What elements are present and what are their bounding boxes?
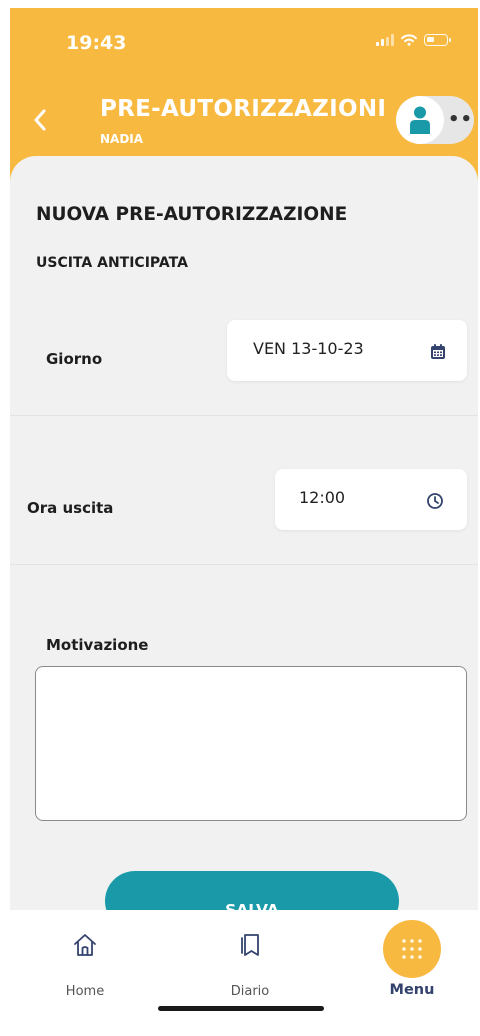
- page-subtitle: NADIA: [100, 132, 144, 146]
- form-title: NUOVA PRE-AUTORIZZAZIONE: [36, 204, 348, 225]
- nav-item-menu[interactable]: Menu: [362, 910, 462, 1020]
- more-icon[interactable]: ••: [448, 111, 473, 129]
- day-value: VEN 13-10-23: [253, 339, 364, 358]
- back-button[interactable]: [24, 102, 56, 138]
- home-icon: [74, 934, 96, 956]
- time-picker[interactable]: 12:00: [275, 469, 467, 530]
- clock-icon: [427, 493, 443, 509]
- nav-label-home: Home: [65, 984, 105, 999]
- exit-time-label: Ora uscita: [27, 499, 114, 517]
- battery-icon: [424, 34, 451, 46]
- user-icon: [410, 106, 430, 134]
- form-subtitle: USCITA ANTICIPATA: [36, 255, 188, 271]
- divider: [10, 415, 478, 416]
- grid-icon: [402, 939, 422, 959]
- nav-label-menu: Menu: [389, 982, 435, 998]
- status-icons: [376, 34, 451, 46]
- nav-label-diario: Diario: [230, 984, 270, 999]
- home-indicator: [158, 1006, 324, 1011]
- page-title: PRE-AUTORIZZAZIONI: [100, 96, 387, 122]
- bookmark-icon: [241, 934, 259, 956]
- calendar-icon: [431, 344, 445, 359]
- status-time: 19:43: [66, 32, 127, 54]
- divider: [10, 564, 478, 565]
- menu-button[interactable]: [383, 920, 441, 978]
- signal-icon: [376, 34, 394, 46]
- nav-item-diario[interactable]: Diario: [200, 910, 300, 1020]
- app-screen: 19:43 PRE-AUTORIZZAZIONI NADIA •• NUOVA …: [10, 8, 478, 1028]
- nav-item-home[interactable]: Home: [35, 910, 135, 1020]
- day-label: Giorno: [46, 350, 103, 368]
- exit-time-value: 12:00: [299, 488, 346, 507]
- day-picker[interactable]: VEN 13-10-23: [227, 320, 467, 381]
- reason-label: Motivazione: [46, 636, 149, 654]
- reason-textarea[interactable]: [35, 666, 467, 821]
- chevron-left-icon: [34, 109, 46, 131]
- wifi-icon: [401, 34, 417, 46]
- form-card: NUOVA PRE-AUTORIZZAZIONE USCITA ANTICIPA…: [10, 156, 478, 916]
- avatar[interactable]: [396, 96, 444, 144]
